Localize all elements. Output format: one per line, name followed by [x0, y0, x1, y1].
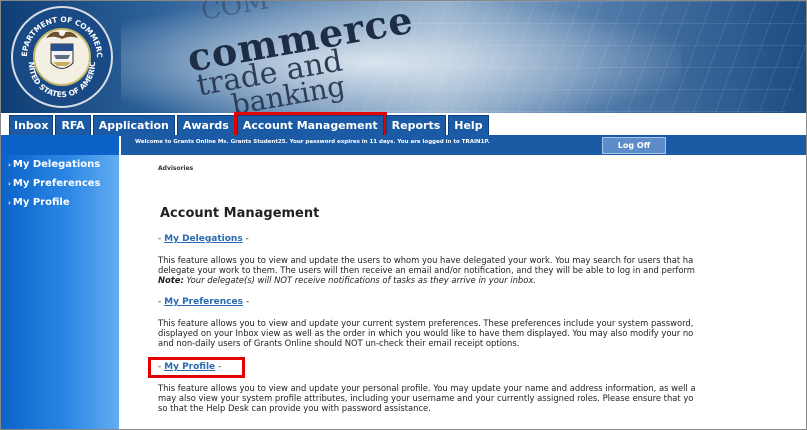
profile-description: This feature allows you to view and upda…: [158, 383, 696, 413]
header-banner: COM commerce trade and banking DEPA: [1, 1, 806, 113]
department-seal-logo: DEPARTMENT OF COMMERCE UNITED STATES OF …: [11, 6, 113, 108]
tab-awards[interactable]: Awards: [176, 115, 235, 136]
arrow-right-icon: ›: [8, 199, 11, 207]
arrow-right-icon: ›: [8, 180, 11, 188]
delegations-description: This feature allows you to view and upda…: [158, 255, 695, 285]
sidebar-item-my-preferences[interactable]: › My Preferences: [8, 178, 101, 189]
main-tab-bar: Inbox RFA Application Awards Account Managem…: [1, 112, 806, 139]
log-off-button[interactable]: Log Off: [602, 137, 666, 154]
tab-help[interactable]: Help: [448, 115, 489, 136]
section-header-delegations: - My Delegations -: [158, 234, 249, 244]
arrow-right-icon: ›: [8, 161, 11, 169]
preferences-description: This feature allows you to view and upda…: [158, 318, 694, 348]
status-bar: Welcome to Grants Online Ms. Grants Stud…: [121, 135, 806, 155]
my-preferences-link[interactable]: My Preferences: [164, 297, 243, 307]
tab-reports[interactable]: Reports: [385, 115, 447, 136]
profile-highlight-box: [148, 357, 245, 378]
browser-frame: COM commerce trade and banking DEPA: [0, 0, 807, 430]
tab-inbox[interactable]: Inbox: [9, 115, 54, 136]
tab-rfa[interactable]: RFA: [55, 115, 91, 136]
note-label: Note:: [158, 275, 184, 285]
welcome-message: Welcome to Grants Online Ms. Grants Stud…: [135, 139, 490, 145]
sidebar-item-my-profile[interactable]: › My Profile: [8, 197, 70, 208]
page-title: Account Management: [160, 206, 320, 221]
left-sidebar: › My Delegations › My Preferences › My Prof…: [1, 135, 119, 429]
section-header-preferences: - My Preferences -: [158, 297, 250, 307]
tab-application[interactable]: Application: [92, 115, 175, 136]
tab-account-management[interactable]: Account Management: [233, 112, 387, 139]
advisories-link[interactable]: Advisories: [158, 165, 193, 172]
my-delegations-link[interactable]: My Delegations: [164, 234, 243, 244]
sidebar-item-my-delegations[interactable]: › My Delegations: [8, 159, 100, 170]
